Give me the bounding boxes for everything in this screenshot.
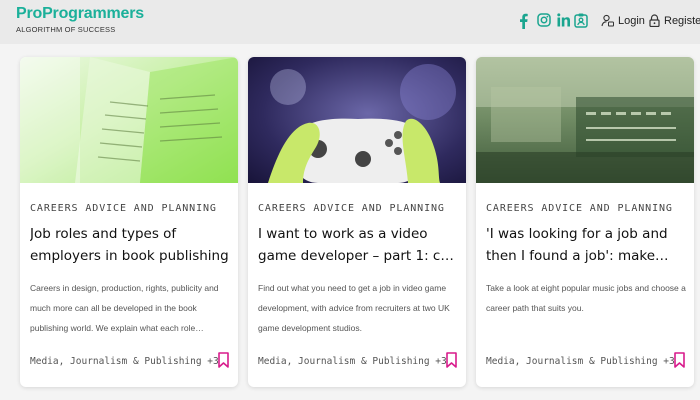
- article-description: Take a look at eight popular music jobs …: [486, 283, 686, 313]
- login-label: Login: [618, 14, 645, 27]
- brand-tagline: ALGORITHM OF SUCCESS: [16, 25, 116, 34]
- register-link[interactable]: Register: [649, 14, 700, 27]
- article-image-gamepad[interactable]: [248, 57, 466, 183]
- user-icon: [601, 14, 614, 27]
- bookmark-icon[interactable]: [674, 352, 685, 368]
- login-link[interactable]: Login: [601, 14, 645, 27]
- article-category: CAREERS ADVICE AND PLANNING: [258, 203, 445, 214]
- facebook-icon[interactable]: [519, 13, 528, 29]
- article-card[interactable]: CAREERS ADVICE AND PLANNING Job roles an…: [20, 57, 238, 387]
- article-category: CAREERS ADVICE AND PLANNING: [30, 203, 217, 214]
- article-tags[interactable]: Media, Journalism & Publishing +3: [30, 356, 219, 367]
- article-description: Careers in design, production, rights, p…: [30, 283, 219, 333]
- contact-icon[interactable]: [574, 13, 588, 28]
- lock-icon: [649, 14, 660, 27]
- article-title[interactable]: I want to work as a video game developer…: [258, 223, 460, 267]
- article-title[interactable]: Job roles and types of employers in book…: [30, 223, 232, 267]
- article-tags[interactable]: Media, Journalism & Publishing +3: [258, 356, 447, 367]
- article-title[interactable]: 'I was looking for a job and then I foun…: [486, 223, 688, 267]
- top-bar: ProProgrammers ALGORITHM OF SUCCESS Logi…: [0, 0, 700, 44]
- linkedin-icon[interactable]: [557, 13, 570, 27]
- article-category: CAREERS ADVICE AND PLANNING: [486, 203, 673, 214]
- bookmark-icon[interactable]: [446, 352, 457, 368]
- brand-name: ProProgrammers: [16, 5, 144, 22]
- article-image-music[interactable]: [476, 57, 694, 183]
- article-image-book[interactable]: [20, 57, 238, 183]
- brand-logo[interactable]: ProProgrammers ALGORITHM OF SUCCESS: [16, 5, 144, 34]
- instagram-icon[interactable]: [537, 13, 551, 27]
- article-tags[interactable]: Media, Journalism & Publishing +3: [486, 356, 675, 367]
- article-card[interactable]: CAREERS ADVICE AND PLANNING I want to wo…: [248, 57, 466, 387]
- bookmark-icon[interactable]: [218, 352, 229, 368]
- article-card[interactable]: CAREERS ADVICE AND PLANNING 'I was looki…: [476, 57, 694, 387]
- register-label: Register: [664, 14, 700, 27]
- article-description: Find out what you need to get a job in v…: [258, 283, 450, 333]
